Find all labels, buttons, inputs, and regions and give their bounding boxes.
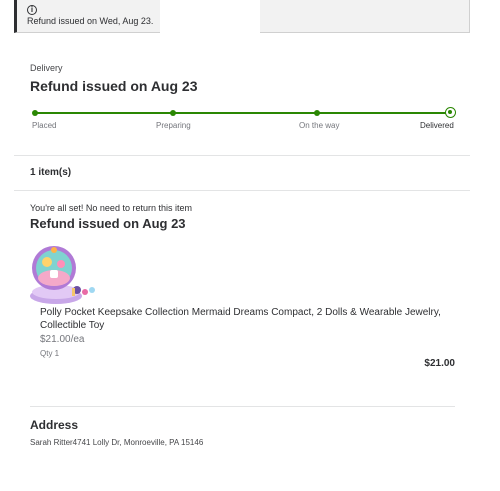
step-dot-delivered (445, 107, 456, 118)
divider (30, 406, 455, 407)
items-count: 1 item(s) (30, 167, 72, 178)
step-dot-preparing (170, 110, 176, 116)
address-heading: Address (30, 418, 79, 432)
unit-price: $21.00/ea (40, 334, 85, 345)
banner-message: Refund issued on Wed, Aug 23. (27, 16, 154, 26)
product-name-link[interactable]: Polly Pocket Keepsake Collection Mermaid… (40, 306, 460, 332)
info-icon: i (27, 5, 37, 15)
step-label-preparing: Preparing (156, 121, 191, 130)
progress-track (35, 112, 450, 114)
delivery-status-title: Refund issued on Aug 23 (30, 78, 198, 94)
step-label-on-the-way: On the way (299, 121, 340, 130)
product-image[interactable] (28, 240, 100, 306)
divider (14, 155, 470, 156)
return-note: You're all set! No need to return this i… (30, 203, 192, 213)
banner-redaction (160, 0, 260, 33)
refund-banner: i Refund issued on Wed, Aug 23. (14, 0, 470, 33)
step-label-placed: Placed (32, 121, 57, 130)
divider (14, 190, 470, 191)
delivery-label: Delivery (30, 63, 63, 73)
quantity: Qty 1 (40, 349, 60, 358)
line-total-price: $21.00 (424, 358, 455, 369)
step-dot-placed (32, 110, 38, 116)
step-dot-on-the-way (314, 110, 320, 116)
step-label-delivered: Delivered (420, 121, 454, 130)
address-text: Sarah Ritter4741 Lolly Dr, Monroeville, … (30, 438, 204, 447)
item-refund-title: Refund issued on Aug 23 (30, 216, 186, 231)
